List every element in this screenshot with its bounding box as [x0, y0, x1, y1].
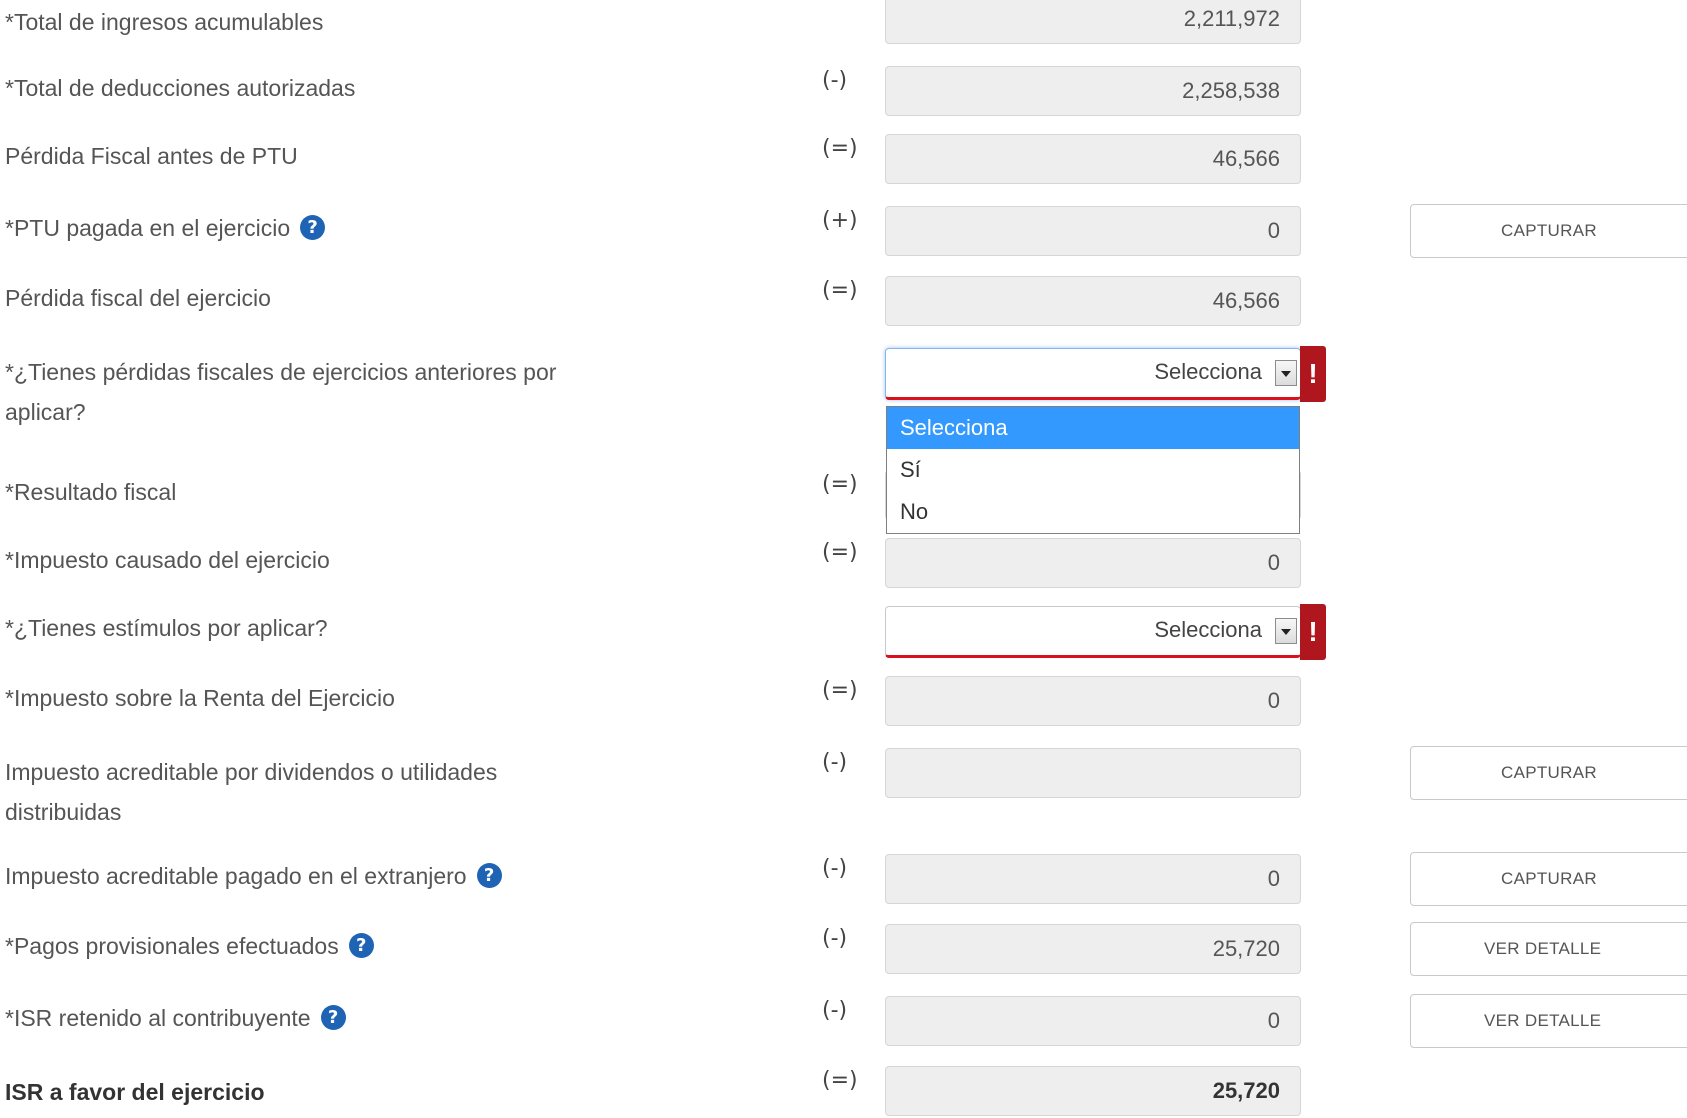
- help-icon[interactable]: ?: [320, 1005, 346, 1031]
- dropdown-option-si[interactable]: Sí: [887, 449, 1299, 491]
- field-isr-a-favor: 25,720: [885, 1066, 1301, 1116]
- operator-minus: (-): [822, 68, 848, 93]
- row-estimulos: *¿Tienes estímulos por aplicar? Seleccio…: [0, 604, 1687, 660]
- label-resultado-fiscal: *Resultado fiscal: [5, 479, 177, 505]
- label-perdida-fiscal: Pérdida fiscal del ejercicio: [5, 285, 271, 311]
- chevron-down-icon[interactable]: [1275, 618, 1297, 644]
- capturar-button[interactable]: CAPTURAR: [1410, 204, 1687, 258]
- row-isr-retenido: *ISR retenido al contribuyente? (-) 0 VE…: [0, 994, 1687, 1048]
- field-isr-ejercicio: 0: [885, 676, 1301, 726]
- field-impuesto-extranjero: 0: [885, 854, 1301, 904]
- label-estimulos: *¿Tienes estímulos por aplicar?: [5, 615, 328, 641]
- row-isr-ejercicio: *Impuesto sobre la Renta del Ejercicio (…: [0, 676, 1687, 728]
- field-isr-retenido: 0: [885, 996, 1301, 1046]
- label-ptu-pagada-text: *PTU pagada en el ejercicio: [5, 215, 291, 241]
- field-perdida-fiscal: 46,566: [885, 276, 1301, 326]
- row-perdida-fiscal: Pérdida fiscal del ejercicio (=) 46,566: [0, 276, 1687, 328]
- dropdown-option-no[interactable]: No: [887, 491, 1299, 533]
- operator-equals: (=): [822, 472, 858, 497]
- label-impuesto-causado: *Impuesto causado del ejercicio: [5, 547, 330, 573]
- label-impuesto-dividendos: Impuesto acreditable por dividendos o ut…: [5, 752, 705, 832]
- select-value: Selecciona: [1154, 617, 1262, 642]
- row-perdidas-anteriores: *¿Tienes pérdidas fiscales de ejercicios…: [0, 346, 1687, 425]
- label-impuesto-extranjero: Impuesto acreditable pagado en el extran…: [5, 858, 705, 895]
- row-resultado-fiscal: *Resultado fiscal (=): [0, 470, 1687, 522]
- capturar-button[interactable]: CAPTURAR: [1410, 852, 1687, 906]
- row-total-deducciones: *Total de deducciones autorizadas (-) 2,…: [0, 66, 1687, 118]
- row-ptu-pagada: *PTU pagada en el ejercicio? (+) 0 CAPTU…: [0, 204, 1687, 258]
- operator-plus: (+): [822, 208, 858, 233]
- label-line-1: *¿Tienes pérdidas fiscales de ejercicios…: [5, 359, 557, 385]
- help-icon[interactable]: ?: [300, 215, 326, 241]
- dropdown-option-selecciona[interactable]: Selecciona: [887, 407, 1299, 449]
- dropdown-list: Selecciona Sí No: [886, 406, 1300, 534]
- label-total-ingresos: *Total de ingresos acumulables: [5, 9, 324, 35]
- label-pagos-provisionales: *Pagos provisionales efectuados?: [5, 928, 705, 965]
- operator-minus: (-): [822, 926, 848, 951]
- operator-minus: (-): [822, 750, 848, 775]
- field-perdida-antes-ptu: 46,566: [885, 134, 1301, 184]
- label-total-deducciones: *Total de deducciones autorizadas: [5, 75, 356, 101]
- field-total-ingresos: 2,211,972: [885, 0, 1301, 44]
- label-line-2: aplicar?: [5, 399, 86, 425]
- label-perdidas-anteriores: *¿Tienes pérdidas fiscales de ejercicios…: [5, 352, 705, 432]
- field-total-deducciones: 2,258,538: [885, 66, 1301, 116]
- row-impuesto-extranjero: Impuesto acreditable pagado en el extran…: [0, 852, 1687, 906]
- field-impuesto-causado: 0: [885, 538, 1301, 588]
- row-impuesto-dividendos: Impuesto acreditable por dividendos o ut…: [0, 746, 1687, 825]
- error-icon: !: [1300, 604, 1326, 660]
- operator-equals: (=): [822, 278, 858, 303]
- label-impuesto-extranjero-text: Impuesto acreditable pagado en el extran…: [5, 863, 467, 889]
- label-line-1: Impuesto acreditable por dividendos o ut…: [5, 759, 498, 785]
- label-perdida-antes-ptu: Pérdida Fiscal antes de PTU: [5, 143, 298, 169]
- ver-detalle-button[interactable]: VER DETALLE: [1410, 922, 1687, 976]
- ver-detalle-button[interactable]: VER DETALLE: [1410, 994, 1687, 1048]
- error-icon: !: [1300, 346, 1326, 402]
- perdidas-anteriores-select[interactable]: Selecciona: [885, 348, 1301, 400]
- help-icon[interactable]: ?: [476, 863, 502, 889]
- estimulos-select[interactable]: Selecciona: [885, 606, 1301, 658]
- operator-equals: (=): [822, 136, 858, 161]
- capturar-button[interactable]: CAPTURAR: [1410, 746, 1687, 800]
- field-impuesto-dividendos[interactable]: [885, 748, 1301, 798]
- chevron-down-icon[interactable]: [1275, 360, 1297, 386]
- operator-equals: (=): [822, 540, 858, 565]
- row-perdida-antes-ptu: Pérdida Fiscal antes de PTU (=) 46,566: [0, 134, 1687, 186]
- label-ptu-pagada: *PTU pagada en el ejercicio?: [5, 210, 705, 247]
- operator-minus: (-): [822, 998, 848, 1023]
- row-impuesto-causado: *Impuesto causado del ejercicio (=) 0: [0, 538, 1687, 590]
- field-ptu-pagada: 0: [885, 206, 1301, 256]
- row-total-ingresos: *Total de ingresos acumulables 2,211,972: [0, 0, 1687, 52]
- select-value: Selecciona: [1154, 359, 1262, 384]
- label-pagos-provisionales-text: *Pagos provisionales efectuados: [5, 933, 339, 959]
- field-pagos-provisionales: 25,720: [885, 924, 1301, 974]
- label-isr-retenido: *ISR retenido al contribuyente?: [5, 1000, 705, 1037]
- help-icon[interactable]: ?: [348, 933, 374, 959]
- operator-equals: (=): [822, 678, 858, 703]
- row-pagos-provisionales: *Pagos provisionales efectuados? (-) 25,…: [0, 922, 1687, 976]
- label-line-2: distribuidas: [5, 799, 122, 825]
- label-isr-ejercicio: *Impuesto sobre la Renta del Ejercicio: [5, 685, 395, 711]
- row-isr-a-favor: ISR a favor del ejercicio (=) 25,720: [0, 1066, 1687, 1118]
- label-isr-a-favor: ISR a favor del ejercicio: [5, 1079, 265, 1105]
- label-isr-retenido-text: *ISR retenido al contribuyente: [5, 1005, 311, 1031]
- operator-equals: (=): [822, 1068, 858, 1093]
- operator-minus: (-): [822, 856, 848, 881]
